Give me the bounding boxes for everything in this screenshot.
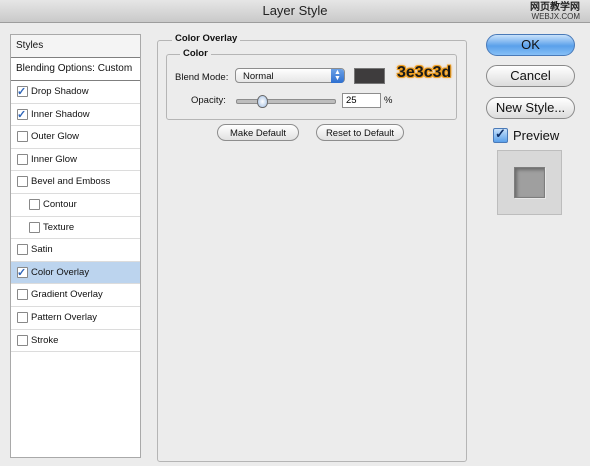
- style-preview: [497, 150, 562, 215]
- opacity-slider[interactable]: [236, 95, 336, 108]
- watermark-line2: WEBJX.COM: [531, 12, 580, 21]
- gradient-overlay-checkbox[interactable]: [17, 289, 28, 301]
- styles-list: Styles Blending Options: Custom Drop Sha…: [10, 34, 141, 458]
- opacity-label: Opacity:: [191, 95, 226, 106]
- texture-checkbox[interactable]: [29, 221, 40, 233]
- inner-shadow-checkbox[interactable]: [17, 105, 28, 126]
- blend-mode-value: Normal: [243, 71, 274, 82]
- style-item-label: Inner Shadow: [31, 108, 90, 120]
- preview-checkbox[interactable]: [493, 126, 508, 144]
- bevel-and-emboss-checkbox[interactable]: [17, 176, 28, 188]
- style-item-label: Texture: [43, 221, 75, 233]
- style-item-contour[interactable]: Contour: [11, 194, 140, 217]
- contour-checkbox[interactable]: [29, 198, 40, 210]
- blending-options-item[interactable]: Blending Options: Custom: [11, 58, 140, 81]
- layer-style-dialog: Layer Style 网页教学网 WEBJX.COM Styles Blend…: [0, 0, 590, 466]
- new-style-button[interactable]: New Style...: [486, 97, 575, 119]
- style-item-bevel-and-emboss[interactable]: Bevel and Emboss: [11, 171, 140, 194]
- hex-annotation: 3e3c3d: [397, 64, 452, 81]
- color-overlay-checkbox[interactable]: [17, 263, 28, 284]
- cancel-button[interactable]: Cancel: [486, 65, 575, 87]
- style-item-drop-shadow[interactable]: Drop Shadow: [11, 81, 140, 104]
- reset-to-default-button[interactable]: Reset to Default: [316, 124, 404, 141]
- preview-label: Preview: [513, 128, 560, 144]
- style-item-label: Gradient Overlay: [31, 289, 103, 301]
- ok-button[interactable]: OK: [486, 34, 575, 56]
- outer-glow-checkbox[interactable]: [17, 131, 28, 143]
- style-item-inner-shadow[interactable]: Inner Shadow: [11, 104, 140, 126]
- color-swatch[interactable]: [354, 68, 385, 84]
- window-title: Layer Style: [262, 3, 328, 18]
- style-item-label: Bevel and Emboss: [31, 176, 111, 188]
- style-item-label: Stroke: [31, 334, 59, 346]
- make-default-button[interactable]: Make Default: [217, 124, 299, 141]
- drop-shadow-checkbox[interactable]: [17, 82, 28, 104]
- preview-swatch: [514, 167, 545, 198]
- style-item-texture[interactable]: Texture: [11, 217, 140, 240]
- styles-header-label: Styles: [16, 40, 44, 51]
- style-item-label: Pattern Overlay: [31, 311, 97, 323]
- stroke-checkbox[interactable]: [17, 334, 28, 346]
- satin-checkbox[interactable]: [17, 244, 28, 256]
- blend-mode-label: Blend Mode:: [175, 72, 229, 83]
- blend-mode-select[interactable]: Normal ▲ ▼: [235, 68, 345, 83]
- style-item-label: Contour: [43, 198, 77, 210]
- pattern-overlay-checkbox[interactable]: [17, 311, 28, 323]
- preview-toggle[interactable]: Preview: [493, 126, 560, 144]
- color-subgroup-title: Color: [180, 48, 211, 59]
- style-item-pattern-overlay[interactable]: Pattern Overlay: [11, 307, 140, 330]
- blending-options-label: Blending Options: Custom: [16, 63, 133, 74]
- style-item-label: Drop Shadow: [31, 86, 89, 97]
- style-item-gradient-overlay[interactable]: Gradient Overlay: [11, 284, 140, 307]
- updown-arrows-icon: ▲ ▼: [331, 69, 344, 83]
- style-item-outer-glow[interactable]: Outer Glow: [11, 126, 140, 149]
- style-item-label: Outer Glow: [31, 131, 80, 143]
- watermark: 网页教学网 WEBJX.COM: [530, 2, 580, 22]
- opacity-input[interactable]: [342, 93, 381, 108]
- title-bar[interactable]: Layer Style: [0, 0, 590, 23]
- inner-glow-checkbox[interactable]: [17, 153, 28, 165]
- styles-header[interactable]: Styles: [11, 35, 140, 58]
- opacity-unit: %: [384, 95, 393, 106]
- style-item-inner-glow[interactable]: Inner Glow: [11, 149, 140, 172]
- style-item-color-overlay[interactable]: Color Overlay: [11, 261, 140, 284]
- style-item-stroke[interactable]: Stroke: [11, 330, 140, 353]
- watermark-line1: 网页教学网: [530, 2, 580, 13]
- style-item-label: Inner Glow: [31, 153, 77, 165]
- style-item-label: Satin: [31, 244, 53, 256]
- style-item-label: Color Overlay: [31, 266, 90, 278]
- opacity-slider-thumb[interactable]: [256, 95, 268, 108]
- color-overlay-title: Color Overlay: [172, 33, 241, 44]
- style-item-satin[interactable]: Satin: [11, 239, 140, 262]
